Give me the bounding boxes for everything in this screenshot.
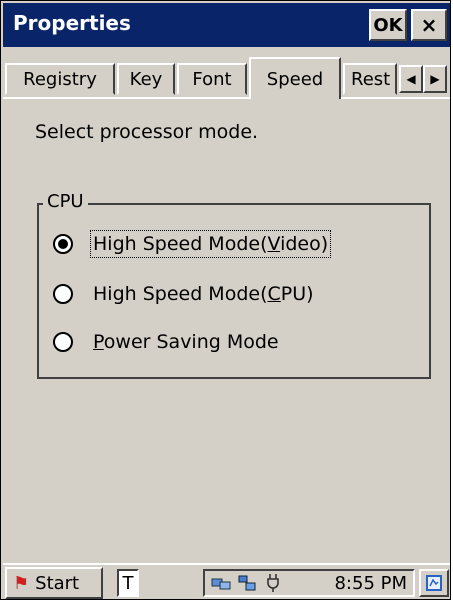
label-mnemonic: V [267,233,281,255]
radio-high-speed-video[interactable]: High Speed Mode(Video) [53,230,332,258]
tab-strip: Registry Key Font Speed Rest ◀ ▶ [3,57,450,99]
tab-rest[interactable]: Rest [343,63,397,95]
clock[interactable]: 8:55 PM [334,573,407,594]
power-plug-icon[interactable] [263,573,283,593]
radio-button[interactable] [53,332,73,352]
radio-label[interactable]: Power Saving Mode [93,331,279,353]
ok-button[interactable]: OK [369,9,407,41]
taskbar-window-button[interactable]: T [117,569,139,597]
tab-font[interactable]: Font [177,63,247,95]
desktop-icon[interactable] [419,569,449,597]
radio-label[interactable]: High Speed Mode(Video) [89,230,332,258]
tab-scroll-right-button[interactable]: ▶ [423,65,447,93]
windows-flag-icon: ⚑ [13,572,30,594]
radio-button[interactable] [53,234,73,254]
sync-icon[interactable] [237,573,257,593]
properties-window: Properties OK × Registry Key Font Speed … [0,0,451,600]
radio-label[interactable]: High Speed Mode(CPU) [93,283,314,305]
tab-speed[interactable]: Speed [249,57,341,99]
taskbar: ⚑ Start T 8:55 PM [3,563,450,599]
label-mnemonic: C [267,283,281,305]
window-title: Properties [13,11,131,35]
tab-registry[interactable]: Registry [5,63,115,95]
cpu-group-label: CPU [43,191,88,212]
label-mnemonic: P [93,331,104,353]
tab-scroll-left-button[interactable]: ◀ [399,65,423,93]
radio-power-saving[interactable]: Power Saving Mode [53,331,279,353]
label-text: High Speed Mode( [93,283,268,305]
start-button[interactable]: ⚑ Start [5,567,103,599]
radio-button[interactable] [53,284,73,304]
system-tray: 8:55 PM [203,569,415,597]
start-label: Start [35,572,80,594]
instruction-text: Select processor mode. [35,121,259,143]
label-text: ower Saving Mode [103,331,279,353]
close-button[interactable]: × [411,9,447,41]
title-bar: Properties OK × [3,3,450,47]
network-icon[interactable] [211,573,231,593]
radio-high-speed-cpu[interactable]: High Speed Mode(CPU) [53,283,314,305]
tab-key[interactable]: Key [117,63,175,95]
label-text: High Speed Mode( [93,233,268,255]
label-text: ideo) [280,233,329,255]
radio-selected-dot [58,239,68,249]
label-text: PU) [280,283,314,305]
